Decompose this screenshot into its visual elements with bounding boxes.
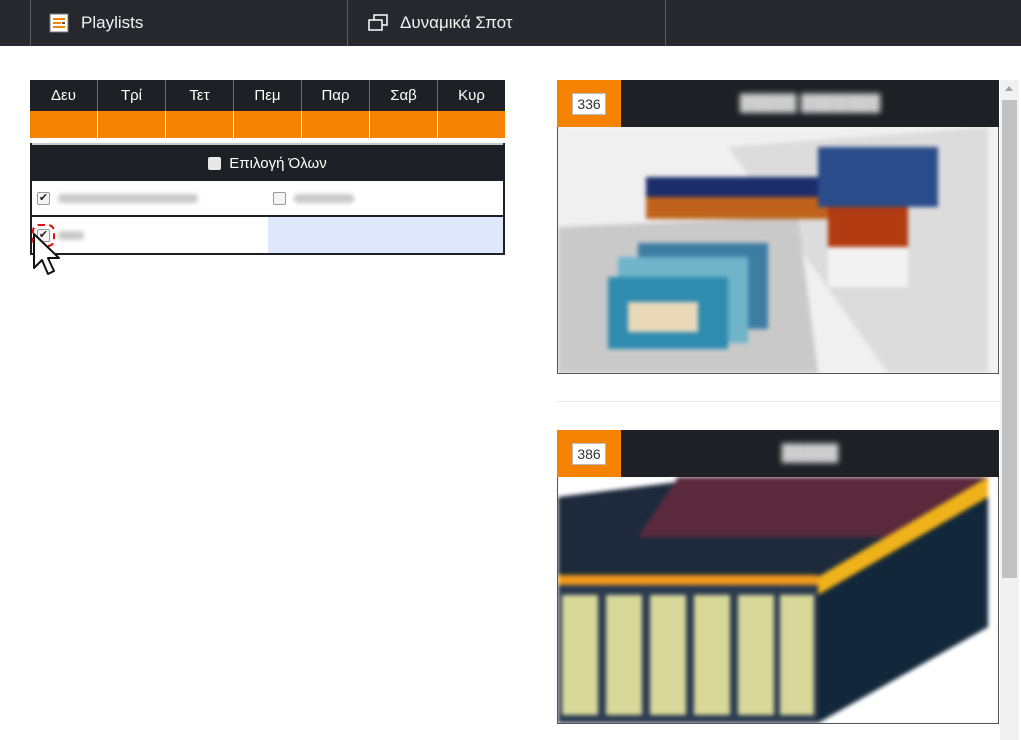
spot-thumbnail[interactable] xyxy=(557,127,999,374)
vertical-scrollbar[interactable] xyxy=(1000,80,1019,740)
day-header[interactable]: Τετ xyxy=(166,80,234,111)
days-header: Δευ Τρί Τετ Πεμ Παρ Σαβ Κυρ xyxy=(30,80,505,111)
days-active-bar xyxy=(30,111,505,138)
player-option[interactable]: ✔ xyxy=(32,181,268,215)
top-tab-bar: Playlists Δυναμικά Σποτ xyxy=(0,0,1021,46)
player-option[interactable] xyxy=(268,181,504,215)
select-all-label: Επιλογή Όλων xyxy=(229,154,327,172)
empty-slot xyxy=(267,217,503,253)
tab-playlists-label: Playlists xyxy=(81,13,144,32)
day-header[interactable]: Δευ xyxy=(30,80,98,111)
player-row: ✔ xyxy=(32,181,503,217)
player-name-redacted xyxy=(293,193,354,203)
scroll-thumb[interactable] xyxy=(1002,100,1017,578)
player-name-redacted xyxy=(58,193,198,203)
select-all-checkbox[interactable] xyxy=(208,156,222,170)
day-slot[interactable] xyxy=(234,111,302,138)
spot-title-redacted: █████ xyxy=(781,444,839,462)
day-header[interactable]: Τρί xyxy=(98,80,166,111)
player-row: ✔ xyxy=(32,217,503,253)
player-checkbox[interactable]: ✔ xyxy=(32,223,55,247)
day-slot[interactable] xyxy=(438,111,505,138)
player-checkbox[interactable]: ✔ xyxy=(37,191,50,205)
day-slot[interactable] xyxy=(98,111,166,138)
tab-dynamic-spots[interactable]: Δυναμικά Σποτ xyxy=(348,0,666,46)
day-header[interactable]: Παρ xyxy=(302,80,370,111)
day-slot[interactable] xyxy=(302,111,370,138)
day-header[interactable]: Κυρ xyxy=(438,80,505,111)
windows-icon xyxy=(368,14,388,32)
day-header[interactable]: Πεμ xyxy=(234,80,302,111)
day-slot[interactable] xyxy=(30,111,98,138)
spot-card[interactable]: 336 █████ ███████ xyxy=(557,80,999,374)
tab-playlists[interactable]: Playlists xyxy=(30,0,348,46)
playlist-icon xyxy=(49,13,69,33)
select-all-toggle[interactable]: Επιλογή Όλων xyxy=(32,143,503,181)
spot-number: 386 xyxy=(572,442,606,465)
player-option[interactable]: ✔ xyxy=(32,217,268,253)
spot-number-badge: 386 xyxy=(557,430,621,477)
spot-title-redacted: █████ ███████ xyxy=(739,94,881,112)
card-separator xyxy=(557,401,999,402)
day-slot[interactable] xyxy=(370,111,438,138)
spot-thumbnail[interactable] xyxy=(557,477,999,724)
tab-dynamic-spots-label: Δυναμικά Σποτ xyxy=(400,13,513,32)
scroll-up-icon[interactable] xyxy=(1005,86,1013,91)
spot-number-badge: 336 xyxy=(557,80,621,127)
spot-card[interactable]: 386 █████ xyxy=(557,430,999,724)
day-slot[interactable] xyxy=(166,111,234,138)
spot-card-header: 386 █████ xyxy=(557,430,999,477)
player-checkbox[interactable] xyxy=(272,191,286,205)
player-select-panel: Επιλογή Όλων ✔ ✔ xyxy=(30,143,505,255)
spot-preview-list: 336 █████ ███████ 386 █████ xyxy=(557,80,999,740)
spot-number: 336 xyxy=(572,92,606,115)
weekday-schedule: Δευ Τρί Τετ Πεμ Παρ Σαβ Κυρ Επιλογή Όλων… xyxy=(30,80,505,255)
spot-card-header: 336 █████ ███████ xyxy=(557,80,999,127)
day-header[interactable]: Σαβ xyxy=(370,80,438,111)
player-name-redacted xyxy=(58,230,84,240)
